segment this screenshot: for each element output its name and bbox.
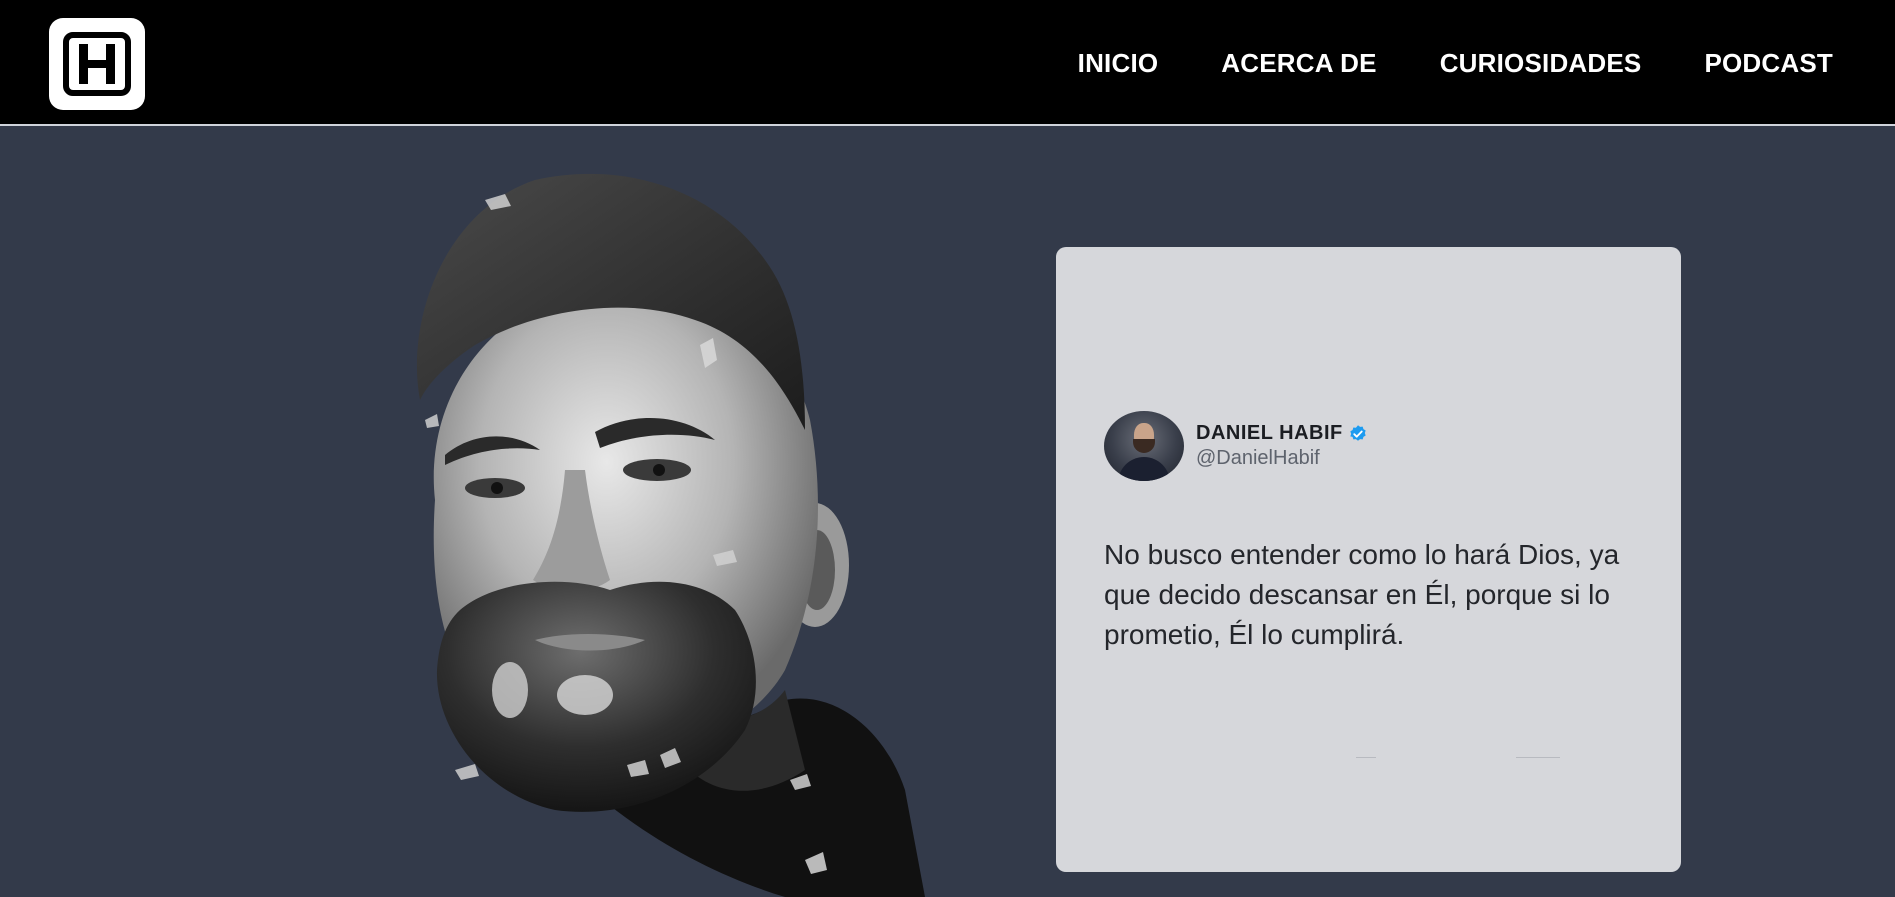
nav-link-curiosidades[interactable]: CURIOSIDADES xyxy=(1440,48,1642,79)
nav-link-podcast[interactable]: PODCAST xyxy=(1704,48,1833,79)
tweet-header: DANIEL HABIF @DanielHabif xyxy=(1104,411,1368,481)
verified-badge-icon xyxy=(1350,424,1366,441)
logo-h-glyph xyxy=(79,44,115,84)
nav-link-inicio[interactable]: INICIO xyxy=(1078,48,1159,79)
nav-link-acerca-de[interactable]: ACERCA DE xyxy=(1221,48,1376,79)
tweet-author-handle[interactable]: @DanielHabif xyxy=(1196,447,1368,470)
tweet-author: DANIEL HABIF @DanielHabif xyxy=(1196,422,1368,470)
top-navigation-bar: INICIO ACERCA DE CURIOSIDADES PODCAST xyxy=(0,0,1895,126)
tweet-text: No busco entender como lo hará Dios, ya … xyxy=(1104,539,1620,650)
avatar[interactable] xyxy=(1104,411,1184,481)
hero-portrait-image xyxy=(416,173,925,897)
divider xyxy=(1356,757,1376,758)
main-nav: INICIO ACERCA DE CURIOSIDADES PODCAST xyxy=(1078,0,1833,126)
tweet-card: DANIEL HABIF @DanielHabif No busco enten… xyxy=(1056,247,1681,872)
site-logo[interactable] xyxy=(49,18,145,110)
logo-frame xyxy=(63,32,131,96)
tweet-author-name[interactable]: DANIEL HABIF xyxy=(1196,422,1343,445)
divider xyxy=(1516,757,1560,758)
